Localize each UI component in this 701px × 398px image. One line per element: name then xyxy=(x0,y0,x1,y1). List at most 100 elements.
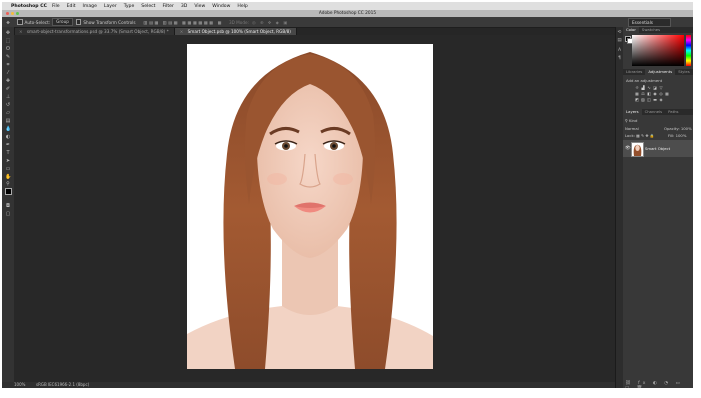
layer-row[interactable]: 👁 Smart Object xyxy=(623,140,693,157)
healing-brush-icon[interactable]: ✚ xyxy=(5,78,11,84)
brush-tool-icon[interactable]: ✐ xyxy=(5,86,11,92)
tab-styles[interactable]: Styles xyxy=(675,69,693,75)
close-tab-icon[interactable]: × xyxy=(180,29,184,34)
menu-3d[interactable]: 3D xyxy=(181,4,187,9)
layer-filter-kind[interactable]: ⚲ Kind xyxy=(625,118,637,123)
crop-tool-icon[interactable]: ⌗ xyxy=(5,62,11,68)
3d-mode-icons[interactable]: ◎ ⊕ ✥ ◆ ▣ xyxy=(252,20,289,25)
menu-type[interactable]: Type xyxy=(124,4,135,9)
posterize-icon[interactable]: ▨ xyxy=(641,98,645,102)
tab-color[interactable]: Color xyxy=(623,27,639,33)
gradient-map-icon[interactable]: ▬ xyxy=(653,98,657,102)
levels-icon[interactable]: ▟ xyxy=(641,86,645,90)
tab-libraries[interactable]: Libraries xyxy=(623,69,645,75)
tab-transformations-psd[interactable]: × smart-object-transformations.psd @ 33.… xyxy=(14,28,175,35)
workspace-switcher[interactable]: Essentials xyxy=(628,18,671,27)
tab-channels[interactable]: Channels xyxy=(642,109,666,115)
move-tool-icon[interactable]: ✥ xyxy=(2,20,14,25)
menu-select[interactable]: Select xyxy=(141,4,155,9)
window-titlebar: Adobe Photoshop CC 2015 xyxy=(2,10,693,17)
clone-stamp-icon[interactable]: ⊥ xyxy=(5,94,11,100)
align-icons[interactable]: ▥▤▦ ▥▤▦ ▦▦▦▦▦▦ ▦ xyxy=(144,20,223,25)
paragraph-panel-icon[interactable]: ¶ xyxy=(617,56,622,61)
lock-icons[interactable]: ▦ ✎ ✥ 🔒 xyxy=(636,133,654,138)
screen-mode-icon[interactable]: ▢ xyxy=(5,211,11,217)
blur-tool-icon[interactable]: 💧 xyxy=(5,126,11,132)
history-panel-icon[interactable]: ⟲ xyxy=(617,30,622,35)
document-canvas[interactable] xyxy=(14,35,615,382)
eraser-tool-icon[interactable]: ▱ xyxy=(5,110,11,116)
lock-controls[interactable]: Lock: ▦ ✎ ✥ 🔒 xyxy=(625,133,654,138)
hue-saturation-icon[interactable]: ▦ xyxy=(635,92,639,96)
curves-icon[interactable]: ∿ xyxy=(647,86,651,90)
color-balance-icon[interactable]: ⚖ xyxy=(641,92,645,96)
visibility-eye-icon[interactable]: 👁 xyxy=(625,146,631,151)
fill-control[interactable]: Fill: 100% xyxy=(668,133,686,138)
menu-image[interactable]: Image xyxy=(83,4,97,9)
hand-tool-icon[interactable]: ✋ xyxy=(5,174,11,180)
exposure-icon[interactable]: ◪ xyxy=(653,86,657,90)
auto-select-dropdown[interactable]: Group xyxy=(52,18,73,26)
menu-edit[interactable]: Edit xyxy=(67,4,76,9)
fill-value[interactable]: 100% xyxy=(676,133,687,138)
tab-paths[interactable]: Paths xyxy=(665,109,681,115)
path-select-icon[interactable]: ➤ xyxy=(5,158,11,164)
zoom-level[interactable]: 100% xyxy=(14,382,25,388)
marquee-tool-icon[interactable]: ⬚ xyxy=(5,38,11,44)
menu-file[interactable]: File xyxy=(52,4,60,9)
close-tab-icon[interactable]: × xyxy=(19,29,23,34)
menu-filter[interactable]: Filter xyxy=(162,4,173,9)
properties-panel-icon[interactable]: ▤ xyxy=(617,38,622,43)
vibrance-icon[interactable]: ▽ xyxy=(659,86,663,90)
zoom-tool-icon[interactable]: ⚲ xyxy=(5,181,11,187)
quick-select-tool-icon[interactable]: ✎ xyxy=(5,54,11,60)
tab-swatches[interactable]: Swatches xyxy=(639,27,663,33)
color-lookup-icon[interactable]: ▦ xyxy=(665,92,669,96)
lasso-tool-icon[interactable]: ʘ xyxy=(5,46,11,52)
selective-color-icon[interactable]: ◈ xyxy=(659,98,663,102)
foreground-color-swatch[interactable] xyxy=(5,188,12,195)
opacity-value[interactable]: 100% xyxy=(681,126,692,131)
character-panel-icon[interactable]: A xyxy=(617,48,622,53)
brightness-icon[interactable]: ☼ xyxy=(635,86,639,90)
opacity-control[interactable]: Opacity: 100% xyxy=(664,126,692,131)
status-bar: 100% sRGB IEC61966-2.1 (8bpc) xyxy=(2,382,615,388)
transform-controls-checkbox[interactable] xyxy=(75,19,82,25)
gradient-tool-icon[interactable]: ▤ xyxy=(5,118,11,124)
menu-app-name[interactable]: Photoshop CC xyxy=(11,4,47,9)
menu-layer[interactable]: Layer xyxy=(104,4,117,9)
hue-slider[interactable] xyxy=(686,35,691,66)
move-tool-icon[interactable]: ✥ xyxy=(5,30,11,36)
black-white-icon[interactable]: ◧ xyxy=(647,92,651,96)
color-picker-field[interactable] xyxy=(632,35,684,66)
tab-smart-object-psb[interactable]: × Smart Object.psb @ 100% (Smart Object,… xyxy=(174,28,297,35)
menu-window[interactable]: Window xyxy=(212,4,230,9)
fill-label: Fill: xyxy=(668,133,675,138)
auto-select-checkbox[interactable] xyxy=(17,19,23,25)
portrait-photo xyxy=(187,44,433,369)
menu-view[interactable]: View xyxy=(194,4,205,9)
shape-tool-icon[interactable]: ▭ xyxy=(5,166,11,172)
zoom-window-icon[interactable] xyxy=(16,12,19,15)
right-panels: Color Swatches Libraries Adjustments Sty… xyxy=(623,27,693,388)
blend-mode-dropdown[interactable]: Normal xyxy=(625,126,639,131)
threshold-icon[interactable]: ◫ xyxy=(647,98,651,102)
menu-help[interactable]: Help xyxy=(237,4,247,9)
invert-icon[interactable]: ◩ xyxy=(635,98,639,102)
quick-mask-icon[interactable]: ◘ xyxy=(5,203,11,209)
tab-adjustments[interactable]: Adjustments xyxy=(645,69,676,75)
document-profile[interactable]: sRGB IEC61966-2.1 (8bpc) xyxy=(36,382,89,388)
kind-label: Kind xyxy=(629,118,638,123)
eyedropper-tool-icon[interactable]: ⁄ xyxy=(5,70,11,76)
dodge-tool-icon[interactable]: ◐ xyxy=(5,134,11,140)
photoshop-window: Photoshop CC File Edit Image Layer Type … xyxy=(2,2,693,388)
channel-mixer-icon[interactable]: ◎ xyxy=(659,92,663,96)
tab-layers[interactable]: Layers xyxy=(623,109,642,115)
history-brush-icon[interactable]: ↺ xyxy=(5,102,11,108)
layers-footer-icons[interactable]: ⛓ fx ◐ ◔ ▭ ▢ 🗑 xyxy=(625,381,693,388)
minimize-window-icon[interactable] xyxy=(11,12,14,15)
photo-filter-icon[interactable]: ◉ xyxy=(653,92,657,96)
close-window-icon[interactable] xyxy=(6,12,9,15)
type-tool-icon[interactable]: T xyxy=(5,150,11,156)
pen-tool-icon[interactable]: ✒ xyxy=(5,142,11,148)
